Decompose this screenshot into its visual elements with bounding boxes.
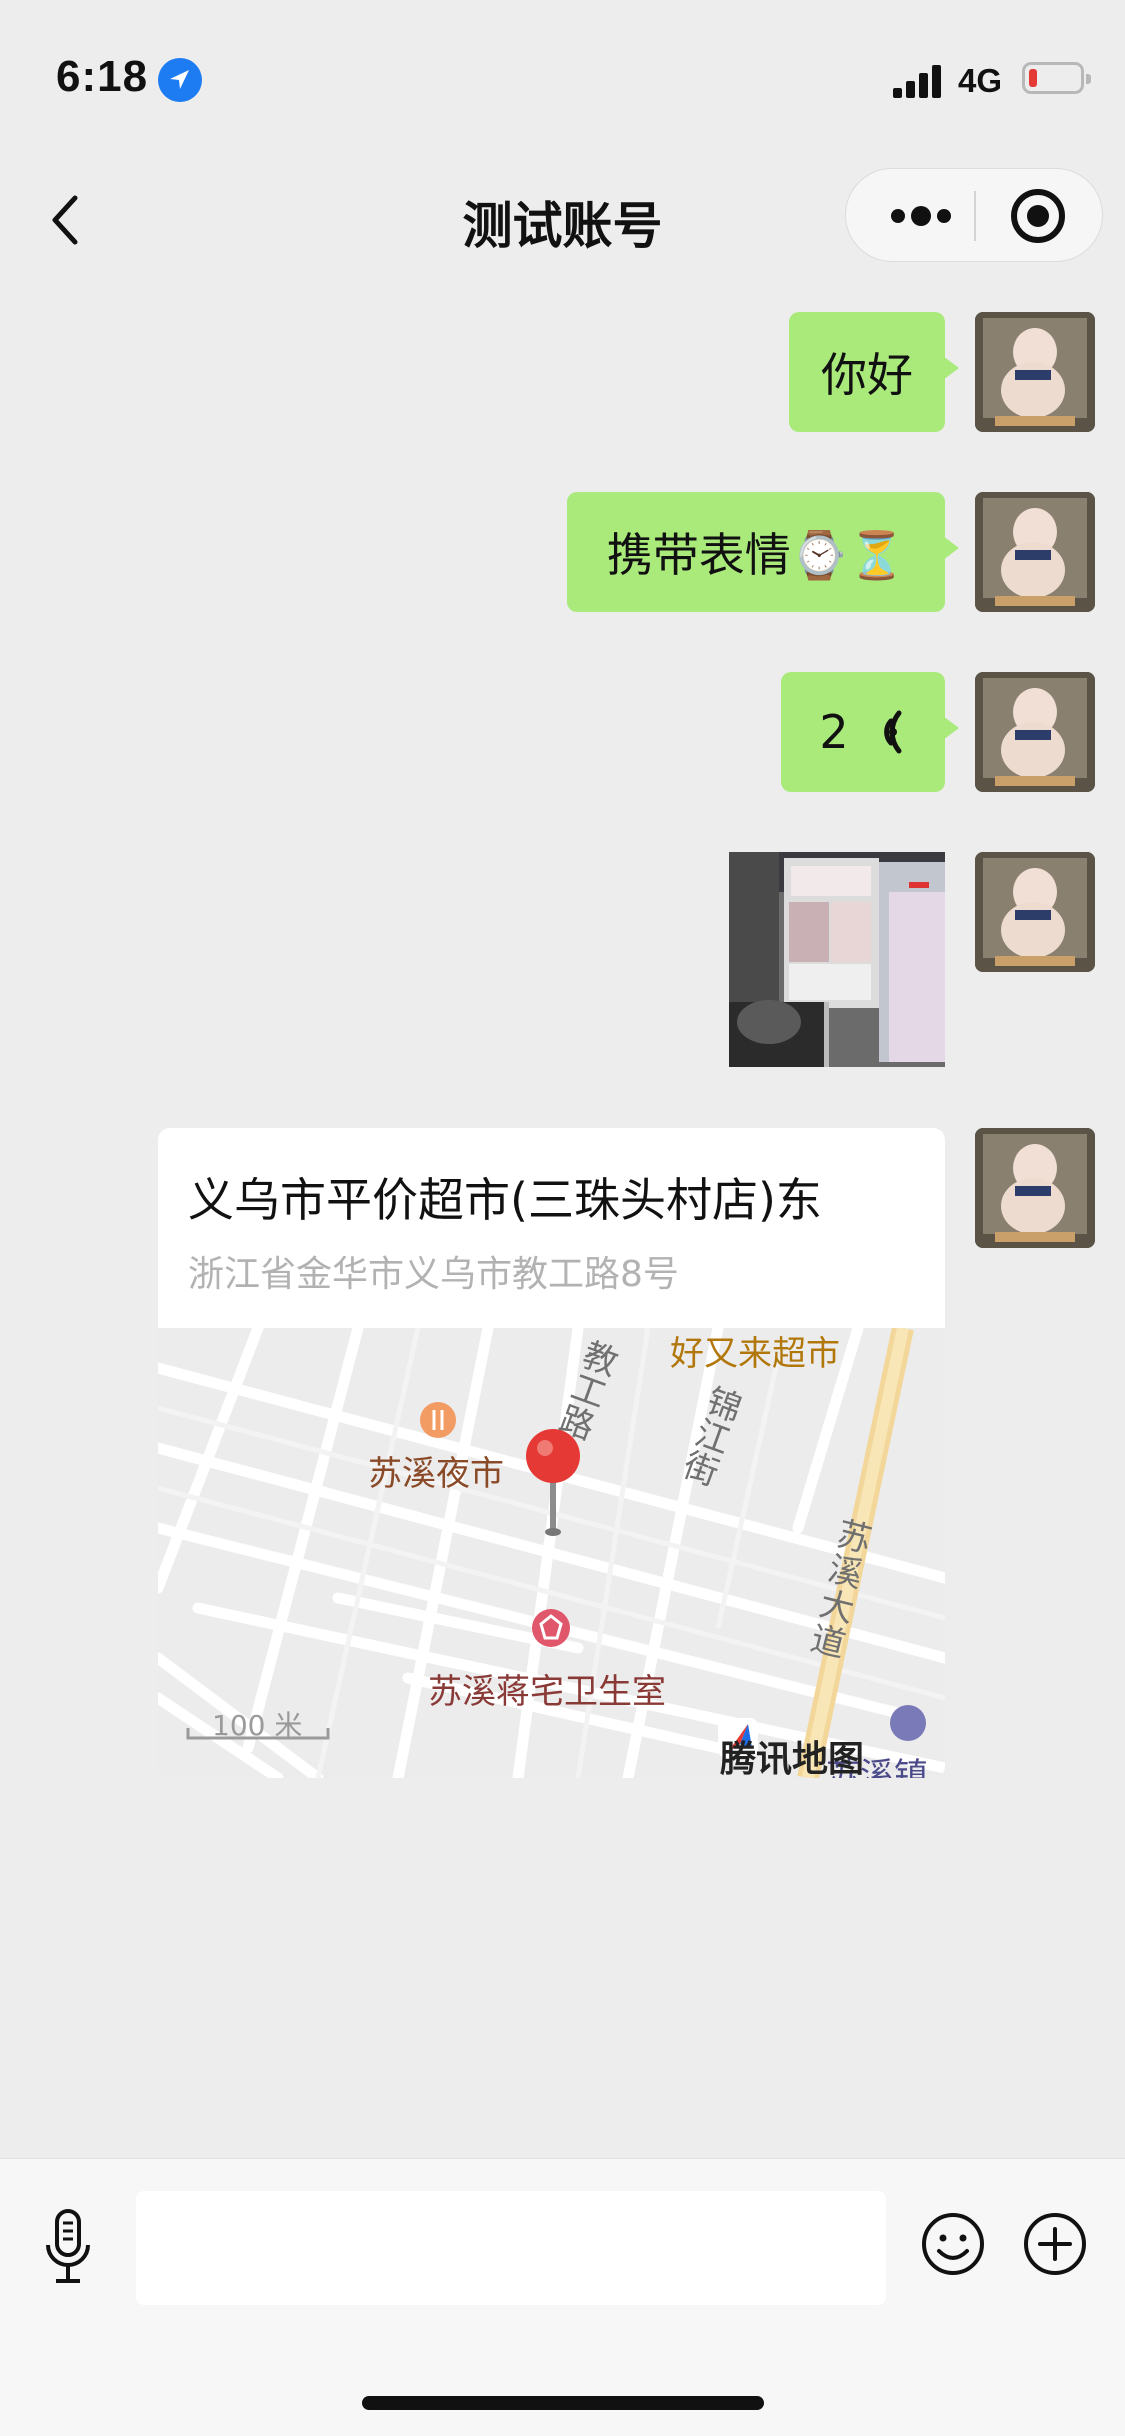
map-brand-label: 腾讯地图 bbox=[720, 1739, 865, 1778]
avatar[interactable] bbox=[975, 672, 1095, 792]
mini-program-capsule bbox=[845, 168, 1103, 262]
network-type: 4G bbox=[958, 62, 1003, 99]
location-arrow-icon bbox=[158, 58, 202, 102]
signal-icon bbox=[893, 62, 945, 98]
voice-message-bubble[interactable]: 2 bbox=[781, 672, 959, 792]
location-address: 浙江省金华市义乌市教工路8号 bbox=[188, 1254, 679, 1295]
capsule-divider bbox=[974, 191, 976, 241]
chat-input-bar bbox=[0, 2158, 1125, 2436]
status-bar: 6:18 4G bbox=[0, 0, 1125, 150]
map-scale-label: 100 米 bbox=[212, 1709, 303, 1742]
target-icon[interactable] bbox=[996, 169, 1086, 263]
map-label: 苏溪蒋宅卫生室 bbox=[428, 1672, 666, 1712]
battery-icon bbox=[1022, 62, 1091, 94]
avatar[interactable] bbox=[975, 492, 1095, 612]
voice-duration: 2 bbox=[819, 705, 849, 759]
nav-bar: 测试账号 bbox=[0, 160, 1125, 272]
avatar[interactable] bbox=[975, 1128, 1095, 1248]
voice-wave-icon bbox=[883, 710, 902, 754]
map-pin-icon bbox=[526, 1429, 580, 1536]
location-name: 义乌市平价超市(三珠头村店)东 bbox=[188, 1173, 822, 1227]
image-message[interactable] bbox=[729, 852, 945, 1067]
map-label: 苏溪夜市 bbox=[368, 1454, 504, 1494]
chat-screen: 6:18 4G 测试账号 你好 携带表情⌚⏳ 2 义乌市平价超市(三珠头村店)东… bbox=[0, 0, 1125, 2436]
mic-icon[interactable] bbox=[38, 2207, 98, 2287]
message-input[interactable] bbox=[136, 2191, 886, 2305]
status-time: 6:18 bbox=[56, 52, 149, 101]
location-message-card[interactable]: 义乌市平价超市(三珠头村店)东 浙江省金华市义乌市教工路8号 好又来超市 教工路… bbox=[158, 1128, 945, 1778]
avatar[interactable] bbox=[975, 312, 1095, 432]
plus-icon[interactable] bbox=[1022, 2211, 1088, 2277]
more-icon[interactable] bbox=[876, 169, 966, 263]
avatar[interactable] bbox=[975, 852, 1095, 972]
emoji-icon[interactable] bbox=[920, 2211, 986, 2277]
home-indicator bbox=[362, 2396, 764, 2410]
map-label: 好又来超市 bbox=[670, 1334, 840, 1374]
message-bubble[interactable]: 携带表情⌚⏳ bbox=[567, 492, 959, 612]
location-map[interactable]: 好又来超市 教工路 锦江街 苏溪夜市 苏溪大道 苏溪蒋宅卫生室 苏溪镇 100 … bbox=[158, 1328, 945, 1778]
message-bubble[interactable]: 你好 bbox=[789, 312, 959, 432]
